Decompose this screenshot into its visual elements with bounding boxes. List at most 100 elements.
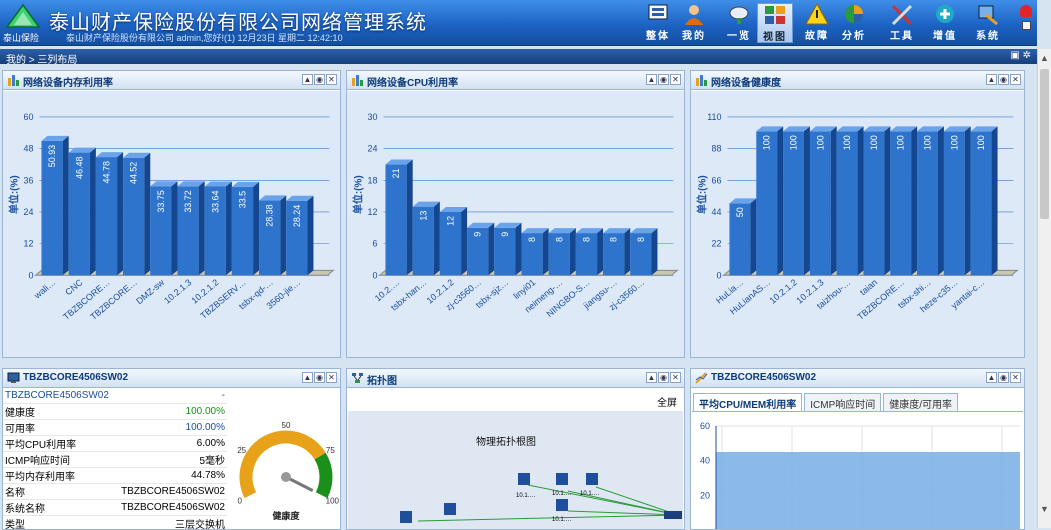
nav-warning[interactable]: 故障 xyxy=(799,3,835,43)
refresh-icon[interactable]: ◉ xyxy=(998,372,1009,383)
edit-layout-icon[interactable]: ▣ xyxy=(1010,50,1019,61)
close-icon[interactable]: ✕ xyxy=(1010,372,1021,383)
nav-tools[interactable]: 工具 xyxy=(884,3,920,43)
topology-canvas[interactable]: 全屏 物理拓扑根图 10.1.… 10.1.… 10.1.… 10.1.… xyxy=(348,389,683,529)
bar-value-label: 33.72 xyxy=(183,190,193,212)
close-icon[interactable]: ✕ xyxy=(670,74,681,85)
close-icon[interactable]: ✕ xyxy=(326,372,337,383)
refresh-icon[interactable]: ◉ xyxy=(314,372,325,383)
warning-icon xyxy=(805,3,829,25)
bar-side xyxy=(225,181,232,276)
topology-icon xyxy=(352,373,363,383)
y-tick-label: 12 xyxy=(368,207,378,217)
gauge-label: 健康度 xyxy=(272,510,300,521)
topology-node[interactable]: 10.1.… xyxy=(552,473,571,497)
settings-gear-icon[interactable]: ✲ xyxy=(1023,50,1031,61)
topology-node[interactable] xyxy=(444,503,456,515)
detail-row: 健康度 100.00% xyxy=(3,403,227,420)
bar-side xyxy=(433,201,440,276)
minimize-icon[interactable]: ▲ xyxy=(646,372,657,383)
bar-value-label: 33.75 xyxy=(156,190,166,212)
minimize-icon[interactable]: ▲ xyxy=(302,372,313,383)
nav-view-grid[interactable]: 视图 xyxy=(757,3,793,43)
detail-row: 平均内存利用率 44.78% xyxy=(3,467,227,484)
nav-overview[interactable]: 整体 xyxy=(640,3,676,43)
topology-node[interactable] xyxy=(400,511,412,523)
close-icon[interactable]: ✕ xyxy=(1010,74,1021,85)
refresh-icon[interactable]: ◉ xyxy=(314,74,325,85)
close-icon[interactable]: ✕ xyxy=(670,372,681,383)
bar-side xyxy=(830,126,837,276)
scroll-up-icon[interactable]: ▲ xyxy=(1040,53,1049,63)
y-tick-label: 22 xyxy=(712,239,722,249)
panel-title: TBZBCORE4506SW02 xyxy=(711,372,817,383)
alarm-bell-icon[interactable] xyxy=(1020,5,1032,17)
bar-value-label: 100 xyxy=(923,135,933,150)
y-tick-label: 88 xyxy=(712,144,722,154)
bar-value-label: 8 xyxy=(527,237,537,242)
trend-area-chart: 20 40 60 xyxy=(692,411,1023,529)
bar-side xyxy=(461,206,468,276)
device-detail-table: TBZBCORE4506SW02- 健康度 100.00% 可用率 100.00% 平均C… xyxy=(3,389,227,529)
trend-panel: TBZBCORE4506SW02 ▲ ◉ ✕ 平均CPU/MEM利用率 ICMP响应时… xyxy=(690,368,1025,530)
tab-icmp[interactable]: ICMP响应时间 xyxy=(804,393,882,413)
bar xyxy=(890,131,912,276)
topology-switch[interactable] xyxy=(664,511,682,519)
nav-user[interactable]: 我的 xyxy=(676,3,712,43)
breadcrumb[interactable]: 我的 > 三列布局 xyxy=(6,55,77,66)
nav-label: 视图 xyxy=(763,32,787,43)
gauge-tick: 50 xyxy=(282,421,291,430)
nav-system[interactable]: 系统 xyxy=(970,3,1006,43)
bar xyxy=(970,131,992,276)
topology-node[interactable]: 10.1.… xyxy=(580,473,599,497)
y-tick-label: 110 xyxy=(707,112,721,122)
bar xyxy=(756,131,778,276)
minimize-icon[interactable]: ▲ xyxy=(986,372,997,383)
refresh-icon[interactable]: ◉ xyxy=(658,74,669,85)
refresh-icon[interactable]: ◉ xyxy=(658,372,669,383)
scroll-down-icon[interactable]: ▼ xyxy=(1040,504,1049,514)
bar-value-label: 100 xyxy=(869,135,879,150)
bar-value-label: 33.5 xyxy=(237,191,247,208)
trend-tabs: 平均CPU/MEM利用率 ICMP响应时间 健康度/可用率 xyxy=(693,393,959,413)
detail-row: 可用率 100.00% xyxy=(3,419,227,436)
nav-label: 整体 xyxy=(646,31,670,42)
bar-side xyxy=(198,181,205,276)
minimize-icon[interactable]: ▲ xyxy=(646,74,657,85)
bar-side xyxy=(911,126,918,276)
scroll-thumb[interactable] xyxy=(1040,69,1049,219)
y-tick-label: 44 xyxy=(712,207,722,217)
logout-icon[interactable] xyxy=(1022,21,1031,30)
bar-value-label: 8 xyxy=(554,237,564,242)
nav-plus-circle[interactable]: 增值 xyxy=(927,3,963,43)
minimize-icon[interactable]: ▲ xyxy=(302,74,313,85)
bar xyxy=(385,164,407,276)
detail-value: 44.78% xyxy=(115,467,227,484)
memory-usage-panel: 网络设备内存利用率 ▲ ◉ ✕ 0 12 24 36 48 60 单位:(%) 50.93 wali…… xyxy=(2,70,341,358)
close-icon[interactable]: ✕ xyxy=(326,74,337,85)
bar-value-label: 13 xyxy=(418,211,428,221)
bar-side xyxy=(406,159,413,276)
nav-pie-chart[interactable]: 分析 xyxy=(836,3,872,43)
bar-chart-icon xyxy=(696,75,707,86)
detail-value: TBZBCORE4506SW02 xyxy=(115,499,227,516)
refresh-icon[interactable]: ◉ xyxy=(998,74,1009,85)
tab-cpu-mem[interactable]: 平均CPU/MEM利用率 xyxy=(693,393,803,413)
bar-side xyxy=(569,228,576,276)
gauge-hub xyxy=(281,472,291,482)
tab-health[interactable]: 健康度/可用率 xyxy=(883,393,959,413)
bar-side xyxy=(488,222,495,276)
y-tick-label: 0 xyxy=(29,270,34,280)
bar-value-label: 100 xyxy=(976,135,986,150)
nav-satellite-dish[interactable]: 一览 xyxy=(721,3,757,43)
bar xyxy=(836,131,858,276)
overview-icon xyxy=(648,4,668,20)
detail-key: 平均CPU利用率 xyxy=(3,435,115,452)
minimize-icon[interactable]: ▲ xyxy=(986,74,997,85)
fullscreen-link[interactable]: 全屏 xyxy=(657,398,677,409)
y-tick-label: 0 xyxy=(373,270,378,280)
page-scrollbar[interactable]: ▲ ▼ xyxy=(1037,49,1051,528)
topology-root-title: 物理拓扑根图 xyxy=(476,435,536,448)
health-bar-chart: 0 22 44 66 88 110 单位:(%) 50 HuLia… 100 HuLianAS… 10… xyxy=(691,91,1024,357)
breadcrumb-bar: 我的 > 三列布局 ▣ ✲ xyxy=(0,49,1037,66)
